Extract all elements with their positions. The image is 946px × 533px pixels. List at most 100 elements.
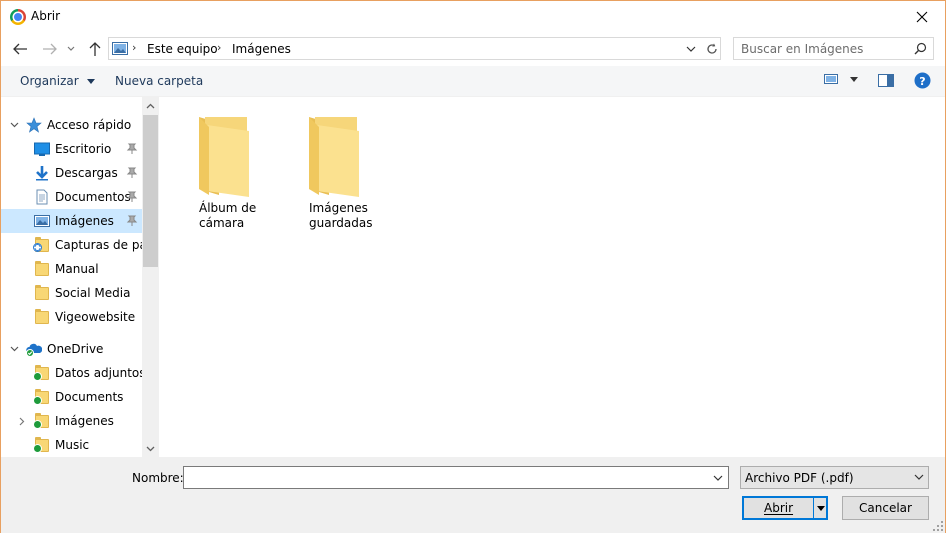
file-type-select[interactable]: Archivo PDF (.pdf) [740, 466, 929, 489]
caret-down-icon [816, 505, 825, 511]
back-button[interactable] [10, 39, 30, 59]
window-title: Abrir [31, 9, 61, 23]
organize-button[interactable]: Organizar [20, 74, 95, 88]
preview-pane-button[interactable] [878, 74, 894, 90]
tree-label: Datos adjuntos de correo electrónico [55, 366, 142, 380]
star-icon [26, 117, 42, 133]
view-options-button[interactable] [824, 72, 858, 89]
filename-label: Nombre: [132, 471, 184, 485]
scroll-down-button[interactable] [142, 440, 159, 457]
tree-item-manual[interactable]: Manual [1, 257, 142, 281]
search-icon [914, 42, 927, 55]
chevron-down-icon [67, 46, 75, 51]
preview-pane-icon [878, 74, 894, 87]
help-button[interactable]: ? [914, 72, 931, 92]
tree-item-onedrive-imagenes[interactable]: Imágenes [1, 409, 142, 433]
address-history-dropdown[interactable] [683, 38, 699, 59]
open-options-dropdown[interactable] [815, 499, 826, 517]
cancel-button[interactable]: Cancelar [842, 496, 929, 520]
chevron-down-icon [146, 446, 155, 451]
tree-label: Imágenes [55, 214, 114, 228]
tree-item-music[interactable]: Music [1, 433, 142, 457]
open-button[interactable]: Abrir [742, 496, 828, 520]
tree-item-descargas[interactable]: Descargas [1, 161, 142, 185]
documents-icon [36, 189, 48, 205]
pin-icon[interactable] [126, 191, 138, 203]
resize-grip-icon[interactable] [933, 521, 943, 531]
split-divider [813, 498, 814, 518]
file-list-view: Álbum de cámara Imágenes guardadas [159, 97, 945, 457]
pictures-icon [112, 42, 128, 55]
open-label: Abrir [764, 501, 794, 515]
tree-item-datos-adjuntos[interactable]: Datos adjuntos de correo electrónico [1, 361, 142, 385]
cancel-label: Cancelar [859, 501, 912, 515]
arrow-up-icon [89, 42, 101, 56]
up-button[interactable] [85, 39, 105, 59]
expand-chevron-icon[interactable] [16, 415, 28, 427]
scroll-up-button[interactable] [142, 97, 159, 114]
tree-label: Vigeowebsite [55, 310, 136, 324]
folder-icon [199, 117, 249, 197]
desktop-icon [34, 142, 50, 156]
search-box[interactable] [733, 37, 934, 60]
sidebar-scrollbar[interactable] [142, 97, 159, 457]
close-button[interactable] [899, 1, 945, 32]
chevron-down-icon [713, 475, 723, 481]
breadcrumb-este-equipo[interactable]: Este equipo [147, 42, 218, 56]
address-bar[interactable]: › Este equipo › Imágenes [108, 37, 721, 60]
tree-item-vigeowebsite[interactable]: Vigeowebsite [1, 305, 142, 329]
tree-label: Documentos [55, 190, 131, 204]
close-icon [916, 11, 928, 22]
tree-label: Documents [55, 390, 124, 404]
filename-history-dropdown[interactable] [710, 468, 726, 487]
expand-chevron-icon[interactable] [8, 119, 20, 131]
synced-folder-icon [33, 389, 50, 405]
pin-icon[interactable] [126, 215, 138, 227]
new-folder-button[interactable]: Nueva carpeta [115, 74, 203, 88]
tree-quick-access[interactable]: Acceso rápido [1, 113, 142, 137]
folder-icon [34, 285, 50, 301]
chevron-up-icon [146, 103, 155, 108]
tree-item-documents[interactable]: Documents [1, 385, 142, 409]
scroll-thumb[interactable] [143, 115, 158, 267]
tree-label: Descargas [55, 166, 118, 180]
forward-button[interactable] [40, 39, 60, 59]
pictures-icon [34, 215, 50, 227]
breadcrumb-separator: › [217, 41, 222, 54]
pin-icon[interactable] [126, 167, 138, 179]
title-bar: Abrir [1, 1, 945, 32]
svg-text:?: ? [919, 75, 925, 88]
folder-icon [34, 261, 50, 277]
file-type-value: Archivo PDF (.pdf) [745, 471, 854, 485]
search-input[interactable] [741, 42, 901, 56]
chevron-down-icon [686, 46, 696, 52]
refresh-button[interactable] [701, 38, 721, 59]
open-file-dialog: Abrir › Este equipo › Imágenes Buscar en… [0, 0, 946, 533]
folder-label: Imágenes guardadas [309, 201, 373, 230]
breadcrumb-imagenes[interactable]: Imágenes [232, 42, 291, 56]
tree-onedrive[interactable]: OneDrive [1, 337, 142, 361]
recent-locations-button[interactable] [64, 39, 78, 59]
download-icon [36, 166, 48, 181]
help-icon: ? [914, 72, 931, 89]
expand-chevron-icon[interactable] [8, 343, 20, 355]
tree-label: Imágenes [55, 414, 114, 428]
pin-icon[interactable] [126, 143, 138, 155]
onedrive-cloud-icon [26, 343, 42, 357]
refresh-icon [706, 43, 717, 54]
chevron-down-icon [914, 474, 924, 480]
tree-label: Escritorio [55, 142, 112, 156]
folder-icon [309, 117, 359, 197]
tree-label: Music [55, 438, 90, 452]
tree-label: Capturas de pantalla [55, 238, 142, 252]
chrome-icon [10, 9, 26, 25]
tree-item-social-media[interactable]: Social Media [1, 281, 142, 305]
caret-down-icon [86, 79, 95, 84]
tree-item-imagenes[interactable]: Imágenes [1, 209, 142, 233]
filename-combobox[interactable] [183, 466, 729, 489]
tree-label: Social Media [55, 286, 131, 300]
arrow-right-icon [43, 43, 57, 55]
tree-item-escritorio[interactable]: Escritorio [1, 137, 142, 161]
tree-item-capturas[interactable]: Capturas de pantalla [1, 233, 142, 257]
tree-item-documentos[interactable]: Documentos [1, 185, 142, 209]
